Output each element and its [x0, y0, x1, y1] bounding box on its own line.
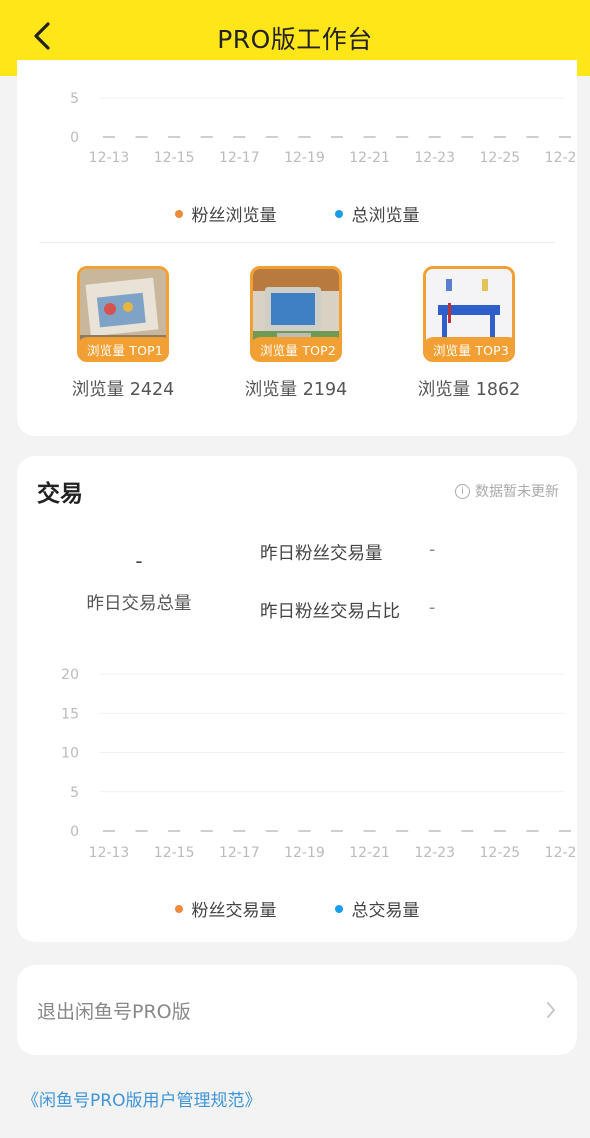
top-badge: 浏览量 TOP2 — [253, 337, 339, 359]
fan-ratio-label: 昨日粉丝交易占比 — [260, 602, 400, 622]
y-tick-label: 5 — [70, 91, 79, 107]
views-chart: 5 0 12-13 12-15 12-17 12-19 12-21 12-23 12-25 12-… — [70, 91, 577, 166]
trade-chart: 20 15 10 5 0 12-13 12-15 12-17 12-19 12-21 12-23 12… — [61, 667, 577, 861]
legend-fans-trade: 粉丝交易量 — [174, 896, 277, 921]
x-tick-label: 12-13 — [89, 845, 130, 861]
fan-volume-label: 昨日粉丝交易量 — [260, 544, 383, 564]
view-count: 浏览量 2424 — [71, 380, 175, 400]
legend-label: 总交易量 — [351, 901, 420, 921]
x-tick-label: 12-25 — [480, 845, 521, 861]
legend-label: 粉丝交易量 — [191, 901, 277, 921]
top-item-2[interactable]: 浏览量 TOP2 浏览量 2194 — [231, 266, 361, 401]
legend-dot-total — [334, 904, 343, 913]
x-tick-label: 12-21 — [349, 150, 390, 166]
x-tick-label: 12-21 — [349, 845, 390, 861]
views-card: 5 0 12-13 12-15 12-17 12-19 12-21 12-23 12-25 12-… — [17, 60, 577, 436]
x-tick-label: 12-27 — [545, 845, 577, 861]
x-tick-label: 12-17 — [219, 845, 260, 861]
x-tick-label: 12-15 — [154, 845, 195, 861]
legend-total-views: 总浏览量 — [334, 201, 420, 226]
legend-fans-views: 粉丝浏览量 — [174, 201, 277, 226]
item-thumbnail[interactable]: 浏览量 TOP2 — [250, 266, 342, 362]
x-tick-label: 12-23 — [414, 150, 455, 166]
legend-dot-fans — [174, 904, 183, 913]
fan-volume-value: - — [429, 540, 436, 560]
y-tick-label: 5 — [70, 785, 79, 801]
top-badge: 浏览量 TOP3 — [426, 337, 512, 359]
trade-legend: 粉丝交易量 总交易量 — [17, 896, 577, 921]
exit-pro-label: 退出闲鱼号PRO版 — [37, 1000, 191, 1023]
info-icon: i — [455, 483, 470, 499]
view-count: 浏览量 1862 — [417, 380, 521, 400]
legend-total-trade: 总交易量 — [334, 896, 420, 921]
legend-label: 粉丝浏览量 — [191, 206, 277, 226]
legend-label: 总浏览量 — [351, 206, 420, 226]
chevron-left-icon — [34, 22, 50, 50]
x-tick-label: 12-15 — [154, 150, 195, 166]
views-legend: 粉丝浏览量 总浏览量 — [17, 201, 577, 226]
user-rules-link[interactable]: 《闲鱼号PRO版用户管理规范》 — [22, 1086, 261, 1111]
page-title: PRO版工作台 — [217, 25, 373, 54]
x-tick-label: 12-23 — [414, 845, 455, 861]
top-badge: 浏览量 TOP1 — [80, 337, 166, 359]
y-tick-label: 10 — [61, 746, 79, 762]
data-note-text: 数据暂未更新 — [475, 484, 559, 500]
top-item-1[interactable]: 浏览量 TOP1 浏览量 2424 — [58, 266, 188, 401]
exit-pro-row[interactable]: 退出闲鱼号PRO版 — [17, 965, 577, 1055]
top-item-3[interactable]: 浏览量 TOP3 浏览量 1862 — [404, 266, 534, 401]
item-thumbnail[interactable]: 浏览量 TOP1 — [77, 266, 169, 362]
trade-card: 交易 i 数据暂未更新 - 昨日交易总量 昨日粉丝交易量 - 昨日粉丝交易占比 … — [17, 456, 577, 942]
x-tick-label: 12-25 — [480, 150, 521, 166]
x-tick-label: 12-13 — [89, 150, 130, 166]
x-tick-label: 12-17 — [219, 150, 260, 166]
y-tick-label: 0 — [70, 130, 79, 146]
legend-dot-total — [334, 209, 343, 218]
x-tick-label: 12-19 — [284, 845, 325, 861]
x-tick-label: 12-27 — [545, 150, 577, 166]
fan-ratio-value: - — [429, 598, 436, 618]
y-tick-label: 15 — [61, 706, 79, 722]
x-tick-label: 12-19 — [284, 150, 325, 166]
data-status-note: i 数据暂未更新 — [455, 481, 559, 501]
y-tick-label: 0 — [70, 824, 79, 840]
view-count: 浏览量 2194 — [244, 380, 348, 400]
chevron-right-icon — [547, 1002, 555, 1018]
item-thumbnail[interactable]: 浏览量 TOP3 — [423, 266, 515, 362]
section-title: 交易 — [37, 481, 83, 507]
total-trade-value: - — [135, 549, 143, 573]
divider — [39, 242, 555, 243]
legend-dot-fans — [174, 209, 183, 218]
total-trade-label: 昨日交易总量 — [86, 594, 192, 614]
back-button[interactable] — [22, 16, 62, 56]
y-tick-label: 20 — [61, 667, 79, 683]
